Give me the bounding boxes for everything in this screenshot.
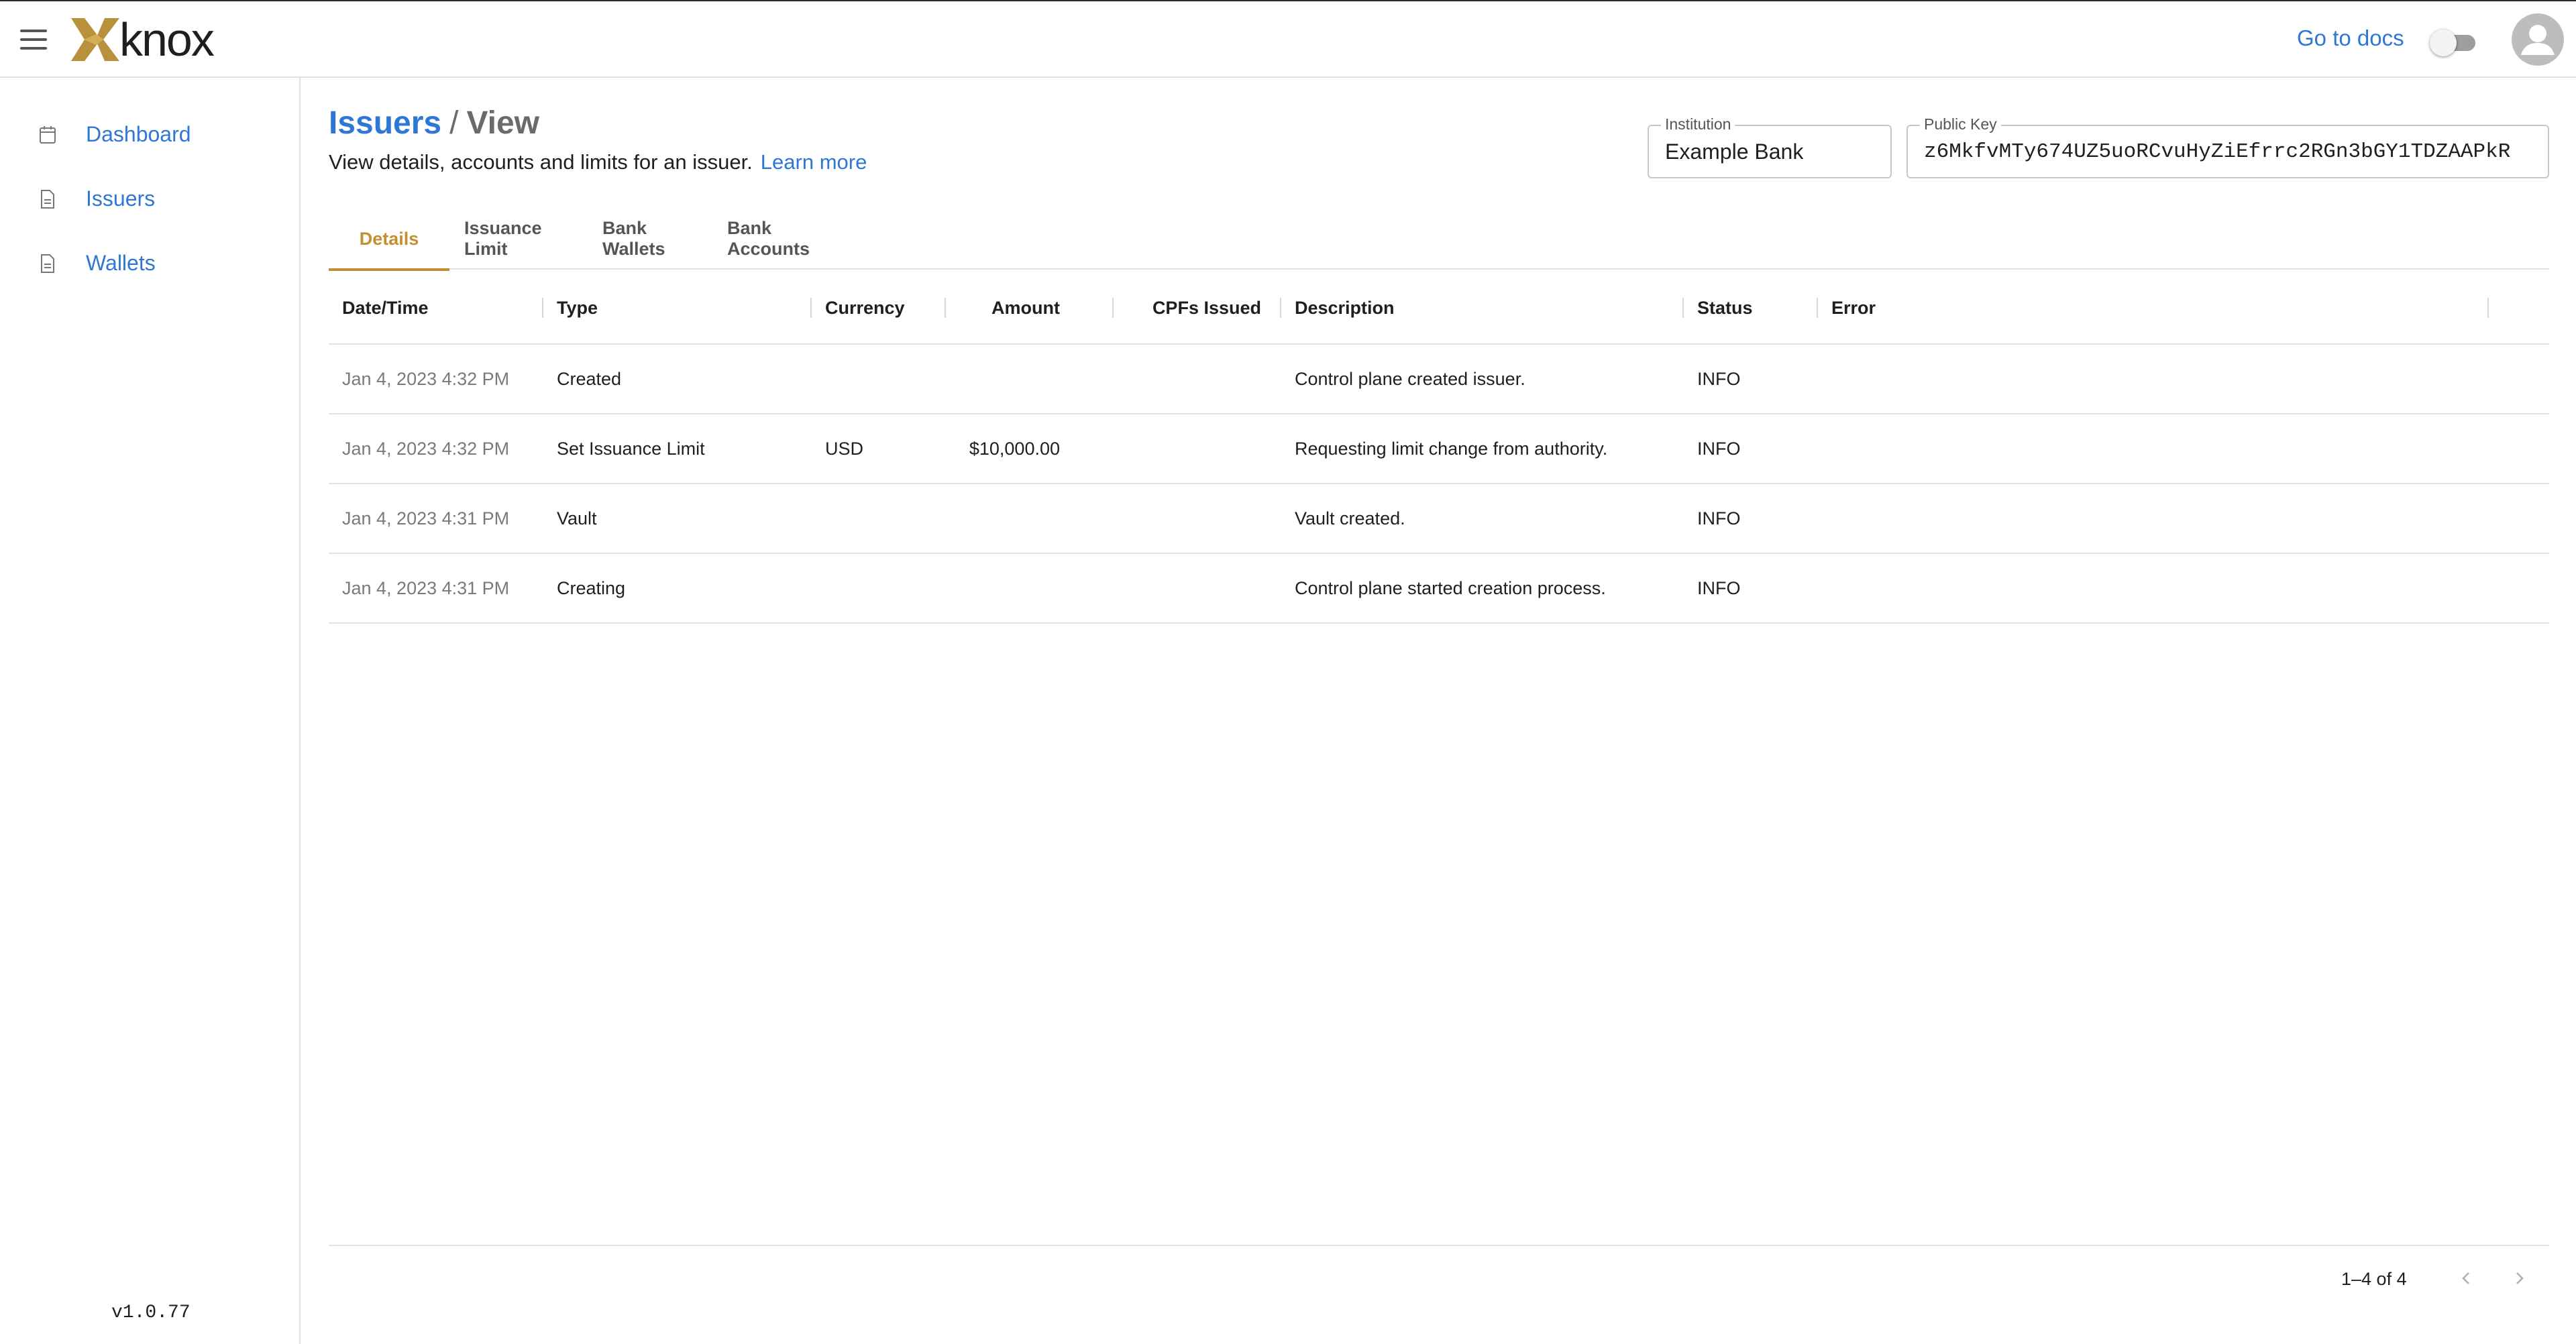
cell-datetime: Jan 4, 2023 4:31 PM xyxy=(342,577,510,598)
column-resize-handle[interactable] xyxy=(1682,298,1684,318)
cell-description: Control plane created issuer. xyxy=(1295,368,1525,389)
column-header-type[interactable]: Type xyxy=(557,271,598,345)
breadcrumb: Issuers / View xyxy=(329,105,539,142)
cell-datetime: Jan 4, 2023 4:32 PM xyxy=(342,368,510,389)
menu-icon[interactable] xyxy=(20,30,47,50)
page-subtitle: View details, accounts and limits for an… xyxy=(329,150,867,174)
events-table: Date/Time Type Currency Amount CPFs Issu… xyxy=(329,271,2549,624)
public-key-field: Public Key xyxy=(1907,115,2549,178)
cell-description: Control plane started creation process. xyxy=(1295,577,1606,598)
table-row[interactable]: Jan 4, 2023 4:32 PM Created Control plan… xyxy=(329,345,2549,414)
institution-field: Institution xyxy=(1648,115,1892,178)
cell-cpfs-issued xyxy=(1127,345,1261,413)
column-header-status[interactable]: Status xyxy=(1697,271,1753,345)
column-resize-handle[interactable] xyxy=(542,298,543,318)
document-icon xyxy=(41,190,54,209)
toggle-knob xyxy=(2430,30,2457,56)
brand-name: knox xyxy=(119,13,215,66)
cell-amount xyxy=(959,554,1060,622)
cell-description: Vault created. xyxy=(1295,508,1405,528)
cell-currency: USD xyxy=(825,438,864,459)
sidebar-item-label: Wallets xyxy=(86,250,156,275)
cell-type: Created xyxy=(557,368,622,389)
cell-type: Vault xyxy=(557,508,597,528)
next-page-button[interactable] xyxy=(2506,1265,2533,1292)
public-key-input[interactable] xyxy=(1924,126,2537,177)
knox-logo-mark-icon xyxy=(71,18,119,61)
chevron-right-icon xyxy=(2516,1272,2524,1284)
learn-more-link[interactable]: Learn more xyxy=(761,150,867,174)
cell-amount xyxy=(959,484,1060,553)
sidebar-item-label: Dashboard xyxy=(86,121,191,146)
app-version: v1.0.77 xyxy=(111,1302,191,1323)
tab-bank-accounts[interactable]: Bank Accounts xyxy=(727,208,855,270)
chevron-left-icon xyxy=(2462,1272,2469,1284)
cell-datetime: Jan 4, 2023 4:31 PM xyxy=(342,508,510,528)
cell-cpfs-issued xyxy=(1127,414,1261,483)
table-row[interactable]: Jan 4, 2023 4:31 PM Vault Vault created.… xyxy=(329,484,2549,554)
column-resize-handle[interactable] xyxy=(2487,298,2489,318)
column-header-error[interactable]: Error xyxy=(1831,271,1876,345)
tab-issuance-limit[interactable]: Issuance Limit xyxy=(464,208,588,270)
cell-type: Creating xyxy=(557,577,626,598)
table-row[interactable]: Jan 4, 2023 4:31 PM Creating Control pla… xyxy=(329,554,2549,624)
table-row[interactable]: Jan 4, 2023 4:32 PM Set Issuance Limit U… xyxy=(329,414,2549,484)
go-to-docs-link[interactable]: Go to docs xyxy=(2297,25,2404,51)
sidebar-item-issuers[interactable]: Issuers xyxy=(0,172,299,225)
knox-logo[interactable]: knox xyxy=(70,13,215,66)
sidebar-item-label: Issuers xyxy=(86,186,156,211)
sidebar-item-wallets[interactable]: Wallets xyxy=(0,236,299,290)
cell-description: Requesting limit change from authority. xyxy=(1295,438,1608,459)
cell-cpfs-issued xyxy=(1127,554,1261,622)
column-header-datetime[interactable]: Date/Time xyxy=(342,271,429,345)
sidebar: Dashboard Issuers Wallets v1.0.77 xyxy=(0,78,301,1344)
column-resize-handle[interactable] xyxy=(945,298,946,318)
cell-datetime: Jan 4, 2023 4:32 PM xyxy=(342,438,510,459)
document-icon xyxy=(41,254,54,273)
issuer-tabs: Details Issuance Limit Bank Wallets Bank… xyxy=(329,208,2549,271)
theme-toggle[interactable] xyxy=(2430,30,2478,56)
column-resize-handle[interactable] xyxy=(1280,298,1281,318)
column-header-currency[interactable]: Currency xyxy=(825,271,905,345)
table-footer-divider xyxy=(329,1245,2549,1246)
subtitle-text: View details, accounts and limits for an… xyxy=(329,150,753,174)
pagination-range: 1–4 of 4 xyxy=(2341,1269,2407,1289)
column-header-cpfs-issued[interactable]: CPFs Issued xyxy=(1127,271,1261,345)
cell-cpfs-issued xyxy=(1127,484,1261,553)
cell-status: INFO xyxy=(1697,368,1741,389)
cell-type: Set Issuance Limit xyxy=(557,438,705,459)
cell-status: INFO xyxy=(1697,438,1741,459)
breadcrumb-separator: / xyxy=(449,105,459,141)
cell-status: INFO xyxy=(1697,577,1741,598)
top-app-bar: knox Go to docs xyxy=(0,0,2576,78)
column-resize-handle[interactable] xyxy=(1112,298,1114,318)
breadcrumb-issuers-link[interactable]: Issuers xyxy=(329,105,441,141)
cell-status: INFO xyxy=(1697,508,1741,528)
column-header-amount[interactable]: Amount xyxy=(959,271,1060,345)
column-header-description[interactable]: Description xyxy=(1295,271,1395,345)
column-resize-handle[interactable] xyxy=(1817,298,1818,318)
table-header: Date/Time Type Currency Amount CPFs Issu… xyxy=(329,271,2549,345)
tab-details[interactable]: Details xyxy=(329,208,449,271)
breadcrumb-current: View xyxy=(466,105,539,141)
calendar-icon xyxy=(40,126,56,144)
sidebar-item-dashboard[interactable]: Dashboard xyxy=(0,107,299,161)
cell-amount xyxy=(959,345,1060,413)
cell-amount: $10,000.00 xyxy=(969,438,1060,459)
institution-input[interactable] xyxy=(1665,126,1880,177)
tab-bank-wallets[interactable]: Bank Wallets xyxy=(602,208,712,270)
account-icon xyxy=(2521,25,2555,55)
avatar[interactable] xyxy=(2512,13,2564,66)
column-resize-handle[interactable] xyxy=(810,298,812,318)
previous-page-button[interactable] xyxy=(2453,1265,2479,1292)
